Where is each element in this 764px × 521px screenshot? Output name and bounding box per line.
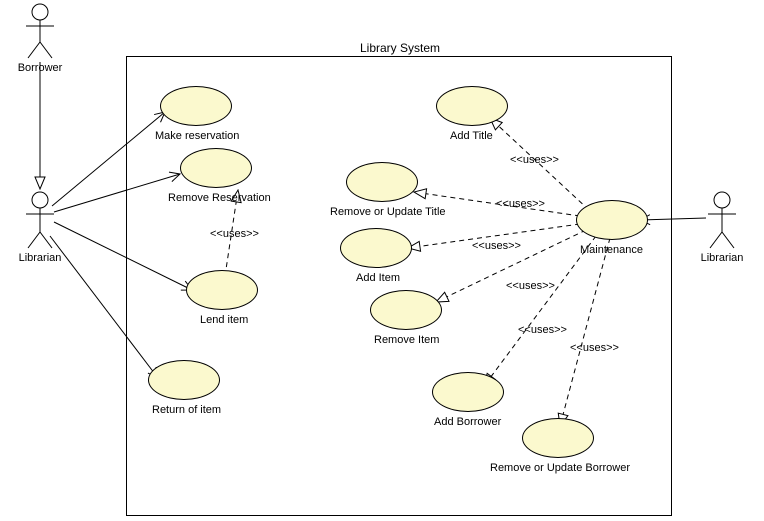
- usecase-add-borrower: [432, 372, 504, 412]
- usecase-return-item: [148, 360, 220, 400]
- usecase-add-item-label: Add Item: [356, 272, 400, 284]
- stereo-uses-addborrower: <<uses>>: [518, 324, 567, 336]
- usecase-return-item-label: Return of item: [152, 404, 221, 416]
- usecase-maintenance: [576, 200, 648, 240]
- usecase-remove-update-borrower-label: Remove or Update Borrower: [490, 462, 630, 474]
- stereo-uses-ruptitle: <<uses>>: [496, 198, 545, 210]
- usecase-lend-item-label: Lend item: [200, 314, 248, 326]
- usecase-remove-reservation: [180, 148, 252, 188]
- usecase-add-title-label: Add Title: [450, 130, 493, 142]
- usecase-remove-update-title: [346, 162, 418, 202]
- actor-librarian-left-icon: [26, 192, 54, 248]
- usecase-remove-update-borrower: [522, 418, 594, 458]
- actor-librarian-left-label: Librarian: [14, 252, 66, 264]
- diagram-canvas: Library System: [0, 0, 764, 521]
- usecase-remove-update-title-label: Remove or Update Title: [330, 206, 446, 218]
- usecase-make-reservation: [160, 86, 232, 126]
- usecase-add-borrower-label: Add Borrower: [434, 416, 501, 428]
- usecase-remove-item-label: Remove Item: [374, 334, 439, 346]
- stereo-uses-additem: <<uses>>: [472, 240, 521, 252]
- usecase-lend-item: [186, 270, 258, 310]
- stereo-uses-lend: <<uses>>: [210, 228, 259, 240]
- stereo-uses-rupborrower: <<uses>>: [570, 342, 619, 354]
- actor-borrower-icon: [26, 4, 54, 58]
- usecase-remove-item: [370, 290, 442, 330]
- usecase-add-title: [436, 86, 508, 126]
- actor-librarian-right-icon: [708, 192, 736, 248]
- actor-librarian-right-label: Librarian: [696, 252, 748, 264]
- stereo-uses-addtitle: <<uses>>: [510, 154, 559, 166]
- stereo-uses-removeitem: <<uses>>: [506, 280, 555, 292]
- usecase-make-reservation-label: Make reservation: [155, 130, 239, 142]
- usecase-remove-reservation-label: Remove Reservation: [168, 192, 271, 204]
- usecase-add-item: [340, 228, 412, 268]
- actor-borrower-label: Borrower: [14, 62, 66, 74]
- usecase-maintenance-label: Maintenance: [580, 244, 643, 256]
